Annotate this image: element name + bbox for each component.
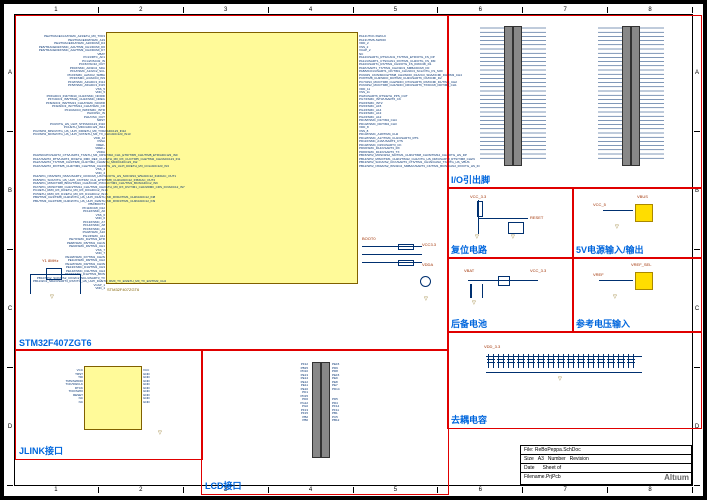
jlink-pins-left: VCCTRSTTDITMS/SWDIOTCK/SWCLKRTCKTDO/SWOR…	[27, 369, 83, 404]
boot-label: BOOT0	[362, 236, 376, 241]
region-pwr5v-label: 5V电源输入/输出	[576, 243, 644, 256]
reset-resistor	[477, 201, 483, 217]
region-vref: VREF VREF_SEL 参考电压输入	[572, 257, 702, 333]
reset-net: RESET	[530, 215, 543, 220]
region-pwr5v: VBUS VCC_5 5V电源输入/输出	[572, 187, 702, 259]
gnd-icon	[158, 430, 162, 436]
gnd-icon	[424, 296, 428, 302]
mcu-pins-left: PE2/TRACECLK/FSMC_A23/ETH_MII_TXD3PE3/TR…	[33, 35, 105, 291]
vdda-label: VDDA	[422, 262, 433, 267]
io-wires	[456, 24, 707, 174]
region-lcd-label: LCD接口	[205, 479, 242, 492]
tb-file: Filename.PrjPcb	[524, 474, 561, 480]
battery	[470, 284, 483, 298]
region-io-label: I/O引出脚	[451, 173, 490, 186]
altium-logo: Altıum	[664, 473, 689, 482]
osc-label: Y1 8MHz	[42, 258, 58, 263]
gnd-icon	[50, 294, 54, 300]
jlink-connector: VCCTRSTTDITMS/SWDIOTCK/SWCLKRTCKTDO/SWOR…	[84, 366, 142, 430]
vref-connector	[635, 272, 653, 290]
mcu-chip: PE2/TRACECLK/FSMC_A23/ETH_MII_TXD3PE3/TR…	[106, 32, 358, 284]
vref-net: VREF	[593, 272, 604, 277]
tb-title: File: ReBoPeppa.SchDoc	[524, 447, 581, 453]
vbat-net: VBAT	[464, 268, 474, 273]
decouple-vcc: VDD_3.3	[484, 344, 500, 349]
region-vbat-label: 后备电池	[451, 317, 487, 330]
lcd-wires	[258, 362, 378, 462]
tb-num: Number	[548, 456, 566, 462]
region-reset-label: 复位电路	[451, 243, 487, 256]
region-decouple: VDD_3.3 去耦电容	[447, 331, 702, 429]
osc-cluster: Y1 8MHz	[22, 254, 92, 314]
ruler-left: ABCD	[7, 14, 13, 486]
reset-switch	[508, 222, 524, 234]
ruler-top: 12345678	[14, 7, 693, 13]
region-io: I/O引出脚	[447, 15, 702, 189]
gnd-icon	[613, 294, 617, 300]
region-mcu: PE2/TRACECLK/FSMC_A23/ETH_MII_TXD3PE3/TR…	[15, 15, 449, 351]
vbat-vcc: VCC_3.3	[530, 268, 546, 273]
tb-sheet: Sheet of	[543, 465, 562, 471]
mcu-ref: STM32F407ZGT6	[107, 287, 139, 292]
gnd-icon	[511, 234, 515, 240]
pwr-connector	[635, 204, 653, 222]
diode	[498, 276, 510, 286]
gnd-icon	[615, 224, 619, 230]
vref-sel: VREF_SEL	[631, 262, 651, 267]
gnd-icon	[558, 376, 562, 382]
tb-size: A3	[538, 456, 544, 462]
schematic-sheet: 12345678 12345678 ABCD ABCD PE2/TRACECLK…	[0, 0, 707, 500]
gnd-icon	[472, 300, 476, 306]
region-mcu-label: STM32F407ZGT6	[19, 338, 92, 348]
mcu-pins-right: PA14/JTCK-SWCLKPA13/JTMS-SWDIOVDD_2VSS_2…	[359, 35, 431, 168]
region-jlink: VCCTRSTTDITMS/SWDIOTCK/SWCLKRTCKTDO/SWOR…	[15, 349, 203, 460]
region-reset: VCC_3.3 RESET 复位电路	[447, 187, 574, 259]
region-lcd: PF12PB15PD10PE13PE14PE12PE11PE10PD1PD15P…	[201, 349, 449, 495]
vbus-label: VBUS	[637, 194, 648, 199]
region-jlink-label: JLINK接口	[19, 444, 63, 457]
mcu-bottom-pins	[171, 282, 311, 310]
vcc-label: VCC_3.3	[470, 194, 486, 199]
vcc5-label: VCC_5	[593, 202, 606, 207]
jlink-pins-right: VCCGNDGNDGNDGNDGNDGNDGNDGNDGND	[143, 369, 183, 404]
region-vbat: VBAT VCC_3.3 后备电池	[447, 257, 574, 333]
gnd-icon	[475, 234, 479, 240]
region-vref-label: 参考电压输入	[576, 317, 630, 330]
region-decouple-label: 去耦电容	[451, 413, 487, 426]
boot-cluster: BOOT0 VCC3.3 VDDA	[362, 236, 442, 326]
tb-rev: Revision	[570, 456, 589, 462]
